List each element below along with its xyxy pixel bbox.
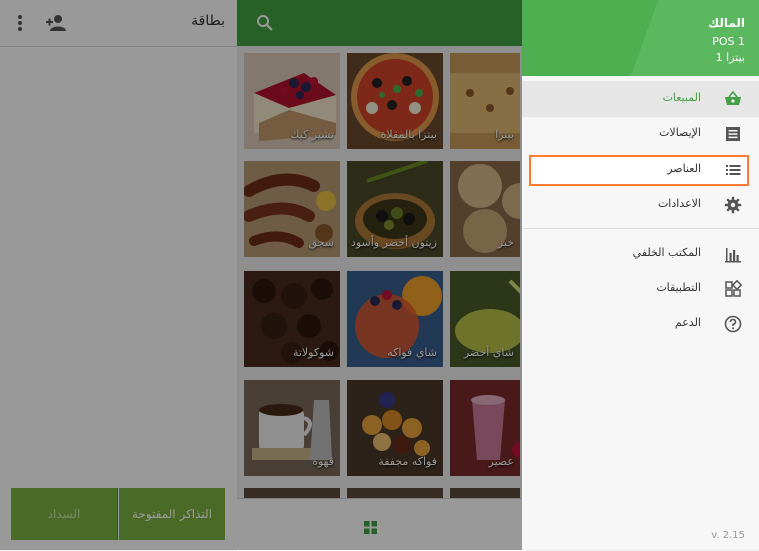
drawer-header: المالك POS 1 بيتزا 1 — [522, 0, 759, 76]
owner-name: المالك — [708, 16, 745, 30]
nav-label: الاعدادات — [657, 197, 701, 210]
list-icon — [726, 165, 741, 175]
apps-icon — [725, 280, 742, 297]
pos-name: POS 1 — [712, 35, 745, 48]
gear-icon — [724, 196, 742, 214]
nav-item-apps[interactable]: التطبيقات — [522, 271, 759, 307]
nav-item-settings[interactable]: الاعدادات — [522, 187, 759, 223]
drawer-scrim[interactable] — [0, 0, 522, 550]
bar-chart-icon — [725, 248, 741, 263]
navigation-drawer: المالك POS 1 بيتزا 1 المبيعات الإيصالات … — [522, 0, 759, 550]
nav-label: المكتب الخلفي — [632, 246, 701, 259]
nav-label: الإيصالات — [659, 126, 701, 139]
receipt-icon — [726, 127, 740, 141]
nav-item-backoffice[interactable]: المكتب الخلفي — [522, 236, 759, 272]
store-name: بيتزا 1 — [715, 51, 745, 64]
app-version: v. 2.15 — [711, 530, 745, 541]
nav-item-items[interactable]: العناصر — [522, 152, 759, 188]
nav-item-support[interactable]: الدعم — [522, 306, 759, 342]
nav-label: المبيعات — [662, 91, 701, 104]
nav-item-receipts[interactable]: الإيصالات — [522, 116, 759, 152]
nav-label: العناصر — [667, 162, 701, 175]
help-icon — [724, 315, 742, 333]
nav-item-sales[interactable]: المبيعات — [522, 81, 759, 117]
nav-label: التطبيقات — [656, 281, 701, 294]
drawer-divider — [522, 228, 759, 229]
nav-label: الدعم — [674, 316, 701, 329]
basket-icon — [725, 90, 741, 105]
